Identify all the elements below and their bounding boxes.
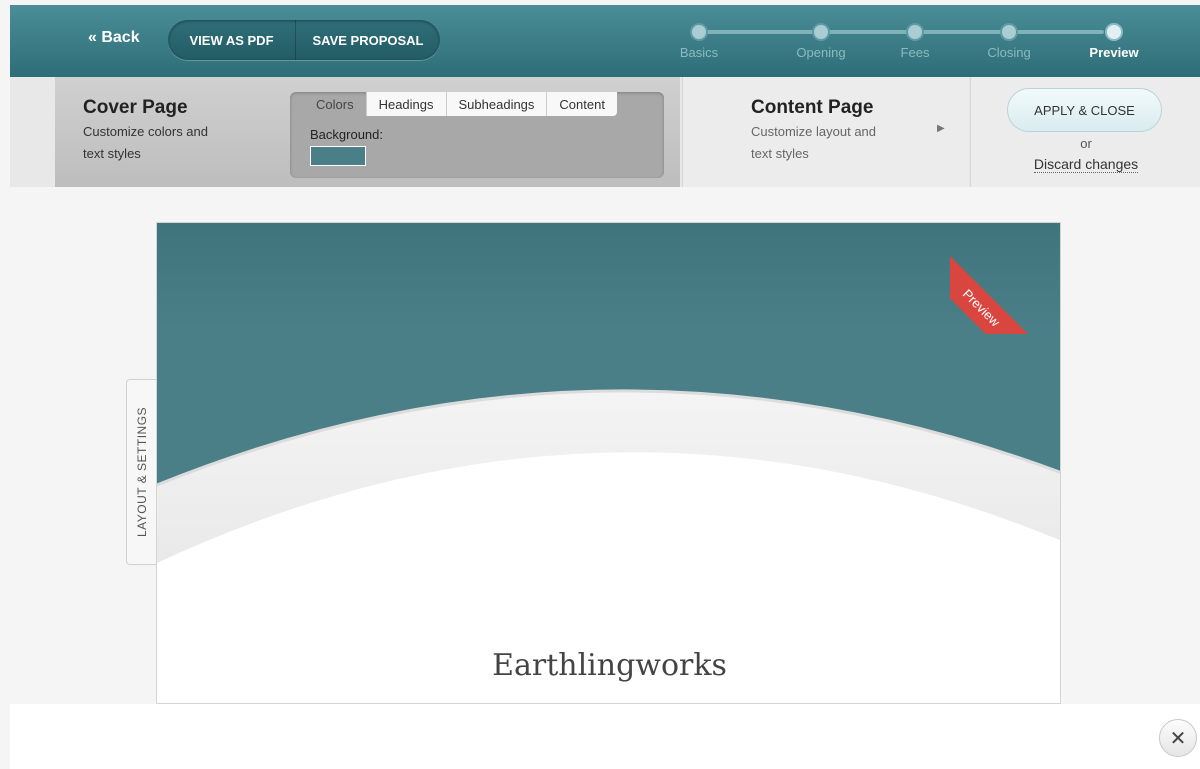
step-dot-fees[interactable] xyxy=(906,23,924,41)
step-dot-opening[interactable] xyxy=(812,23,830,41)
content-page-title: Content Page xyxy=(751,97,874,118)
back-link[interactable]: « Back xyxy=(88,29,140,47)
style-tabs-box: Colors Headings Subheadings Content Back… xyxy=(290,92,664,178)
style-tabs: Colors Headings Subheadings Content xyxy=(304,92,617,116)
arrow-right-icon: ▶ xyxy=(937,123,945,134)
bottom-bar xyxy=(10,704,1200,769)
step-dot-preview[interactable] xyxy=(1105,23,1123,41)
save-proposal-button[interactable]: SAVE PROPOSAL xyxy=(296,20,440,60)
cover-page-panel: Cover Page Customize colors and text sty… xyxy=(55,77,680,187)
layout-settings-label: LAYOUT & SETTINGS xyxy=(134,406,149,538)
step-dot-closing[interactable] xyxy=(1000,23,1018,41)
top-bar: « Back VIEW AS PDF SAVE PROPOSAL Basics … xyxy=(10,5,1200,77)
cover-header-art xyxy=(157,223,1060,563)
cover-page-description: Customize colors and text styles xyxy=(83,124,208,161)
step-label-preview[interactable]: Preview xyxy=(1089,45,1138,60)
content-page-description: Customize layout and text styles xyxy=(751,124,877,161)
background-label: Background: xyxy=(310,127,383,142)
progress-track xyxy=(690,30,1104,34)
discard-changes-container: Discard changes xyxy=(971,156,1200,173)
progress-steps: Basics Opening Fees Closing Preview xyxy=(670,23,1139,73)
discard-changes-link[interactable]: Discard changes xyxy=(1033,156,1139,173)
company-name: Earthlingworks xyxy=(492,648,727,683)
step-label-fees[interactable]: Fees xyxy=(901,45,930,60)
customize-toolbar: Cover Page Customize colors and text sty… xyxy=(10,77,1200,187)
step-label-opening[interactable]: Opening xyxy=(796,45,845,60)
apply-panel: APPLY & CLOSE or Discard changes xyxy=(970,77,1200,187)
content-page-panel[interactable]: Content Page Customize layout and text s… xyxy=(682,77,969,187)
cover-page-title: Cover Page xyxy=(83,97,188,118)
background-color-swatch[interactable] xyxy=(310,146,366,166)
or-label: or xyxy=(1080,136,1092,151)
step-label-closing[interactable]: Closing xyxy=(987,45,1030,60)
step-label-basics[interactable]: Basics xyxy=(680,45,718,60)
cover-page-preview: Earthlingworks xyxy=(156,222,1061,704)
close-icon: ✕ xyxy=(1169,727,1187,750)
tab-content[interactable]: Content xyxy=(547,92,617,116)
header-button-group: VIEW AS PDF SAVE PROPOSAL xyxy=(168,20,440,60)
layout-settings-tab[interactable]: LAYOUT & SETTINGS xyxy=(126,379,156,565)
step-dot-basics[interactable] xyxy=(690,23,708,41)
tab-subheadings[interactable]: Subheadings xyxy=(446,92,548,116)
apply-close-button[interactable]: APPLY & CLOSE xyxy=(1007,88,1162,132)
close-button[interactable]: ✕ xyxy=(1159,719,1197,757)
view-as-pdf-button[interactable]: VIEW AS PDF xyxy=(168,20,296,60)
tab-headings[interactable]: Headings xyxy=(366,92,447,116)
tab-colors[interactable]: Colors xyxy=(304,92,367,116)
